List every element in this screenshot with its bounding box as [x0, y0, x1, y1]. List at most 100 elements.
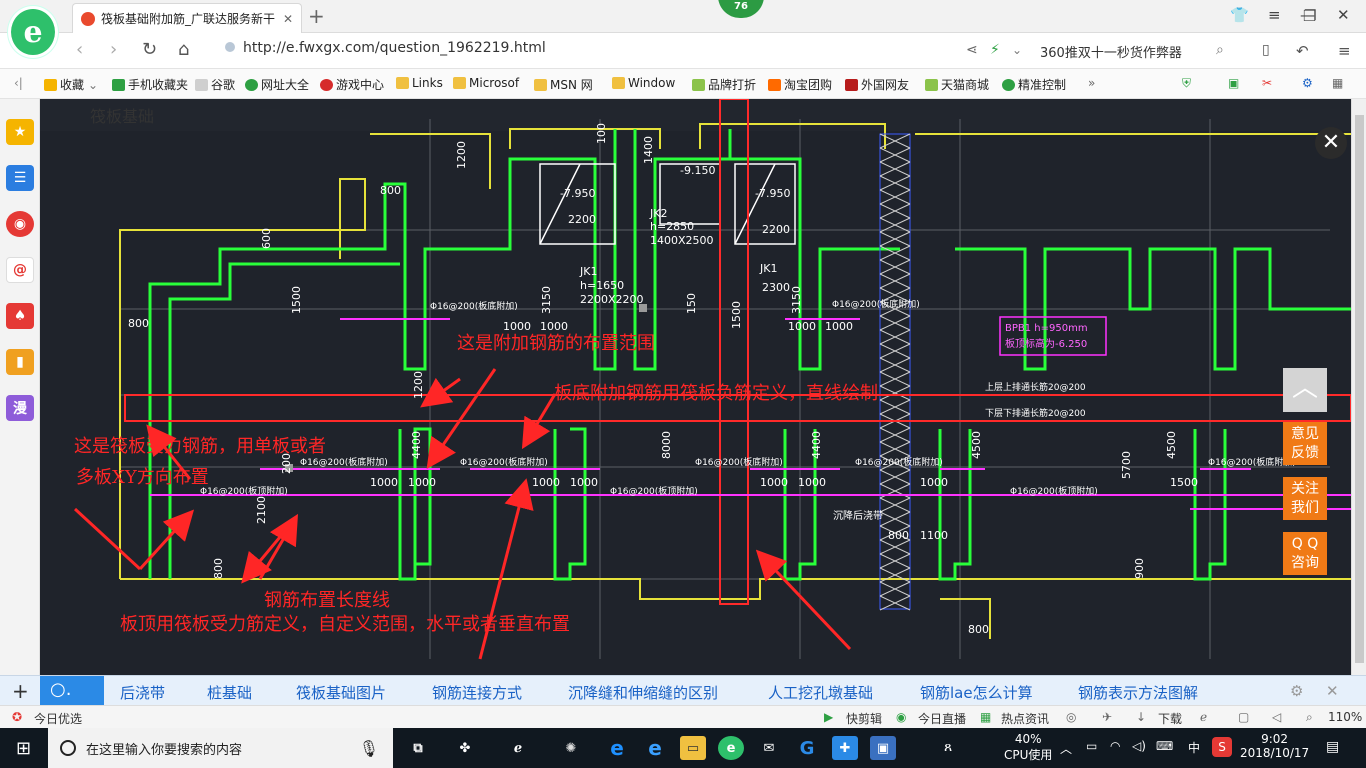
- status-item[interactable]: 下载: [1158, 710, 1182, 727]
- back-to-top-button[interactable]: ︿: [1283, 368, 1327, 412]
- refresh-icon[interactable]: ↻: [142, 39, 157, 60]
- swirl-icon[interactable]: ✺: [558, 736, 584, 760]
- volume-icon[interactable]: ◁: [1272, 710, 1281, 724]
- window-icon[interactable]: ▢: [1238, 710, 1249, 724]
- taskbar-search[interactable]: 在这里输入你要搜索的内容 🎙: [48, 728, 393, 768]
- status-item[interactable]: 今日直播: [918, 710, 966, 727]
- notification-badge[interactable]: 76: [718, 0, 764, 18]
- bookmark-item[interactable]: 游戏中心: [320, 76, 384, 93]
- clock[interactable]: 9:02 2018/10/17: [1240, 732, 1309, 760]
- notification-icon[interactable]: ▤: [1326, 739, 1339, 755]
- weibo-icon[interactable]: ◉: [6, 211, 34, 237]
- close-related-icon[interactable]: ✕: [1326, 682, 1339, 700]
- more-icon[interactable]: ≡: [1338, 42, 1351, 60]
- pinwheel-icon[interactable]: ✤: [452, 736, 478, 760]
- speed-icon[interactable]: ⚡: [990, 42, 1000, 58]
- people-icon[interactable]: ጸ: [944, 739, 952, 755]
- close-tab-icon[interactable]: ✕: [283, 12, 293, 26]
- close-window-button[interactable]: ✕: [1337, 6, 1350, 24]
- bookmark-item[interactable]: Links: [396, 76, 443, 90]
- comic-icon[interactable]: 漫: [6, 395, 34, 421]
- url-field[interactable]: http://e.fwxgx.com/question_1962219.html: [225, 40, 546, 56]
- status-item[interactable]: 热点资讯: [1001, 710, 1049, 727]
- ie-icon[interactable]: e: [642, 736, 668, 760]
- bookmark-item[interactable]: 手机收藏夹: [112, 76, 188, 93]
- pin-icon[interactable]: ✈: [1102, 710, 1112, 724]
- ie-e-icon[interactable]: ℯ: [505, 736, 531, 760]
- qq-consult-button[interactable]: Q Q 咨询: [1283, 532, 1327, 575]
- feedback-button[interactable]: 意见 反馈: [1283, 422, 1327, 465]
- settings-icon[interactable]: ⚙: [1290, 682, 1303, 700]
- zoom-level[interactable]: 110%: [1328, 710, 1362, 724]
- new-tab-button[interactable]: +: [308, 4, 325, 28]
- more-bookmarks-icon[interactable]: »: [1088, 76, 1095, 90]
- plus-app-icon[interactable]: ✚: [832, 736, 858, 760]
- back-icon[interactable]: ‹: [76, 39, 83, 60]
- menu-icon[interactable]: ≡: [1268, 6, 1281, 24]
- game-icon[interactable]: ♠: [6, 303, 34, 329]
- news-icon[interactable]: ☰: [6, 165, 34, 191]
- extension-icon[interactable]: ▣: [1228, 76, 1239, 90]
- bookmark-item[interactable]: 天猫商城: [925, 76, 989, 93]
- restore-button[interactable]: ❐: [1303, 7, 1316, 25]
- speed-icon[interactable]: ◎: [1066, 710, 1076, 724]
- related-link[interactable]: 筏板基础图片: [296, 682, 386, 703]
- status-item[interactable]: 快剪辑: [846, 710, 882, 727]
- shield-icon[interactable]: ⛨: [1182, 76, 1191, 91]
- bookmark-item[interactable]: 淘宝团购: [768, 76, 832, 93]
- share-icon[interactable]: ⋖: [966, 42, 978, 58]
- bookmark-item[interactable]: MSN 网: [534, 76, 593, 93]
- forward-icon[interactable]: ›: [110, 39, 117, 60]
- search-field[interactable]: 360推双十一秒货作弊器: [1040, 39, 1240, 63]
- edge-icon[interactable]: e: [604, 736, 630, 760]
- g-app-icon[interactable]: G: [794, 736, 820, 760]
- translate-icon[interactable]: ⚙: [1302, 76, 1313, 90]
- bookmark-item[interactable]: 收藏 ⌄: [44, 76, 98, 93]
- browser-tab[interactable]: 筏板基础附加筋_广联达服务新干 ✕: [72, 3, 302, 33]
- keyboard-icon[interactable]: ⌨: [1156, 739, 1173, 753]
- tray-arrow-icon[interactable]: ︿: [1060, 740, 1072, 757]
- url-dropdown-icon[interactable]: ⌄: [1012, 43, 1022, 57]
- related-link[interactable]: 后浇带: [120, 682, 165, 703]
- undo-icon[interactable]: ↶: [1296, 42, 1309, 60]
- search-icon[interactable]: ⌕: [1216, 42, 1224, 58]
- volume-icon[interactable]: ◁): [1132, 739, 1146, 753]
- home-icon[interactable]: ⌂: [178, 39, 189, 60]
- bookmark-item[interactable]: 外国网友: [845, 76, 909, 93]
- scissors-icon[interactable]: ✂: [1262, 76, 1272, 90]
- sidebar-toggle-icon[interactable]: ‹|: [14, 76, 23, 90]
- related-link[interactable]: 桩基础: [207, 682, 252, 703]
- related-link[interactable]: 钢筋表示方法图解: [1078, 682, 1198, 703]
- mail-icon[interactable]: ✉: [756, 736, 782, 760]
- bookmark-item[interactable]: Window: [612, 76, 675, 90]
- mail-icon[interactable]: @: [6, 257, 34, 283]
- browser-360-icon[interactable]: e: [718, 736, 744, 760]
- cpu-monitor[interactable]: 40% CPU使用: [1004, 732, 1052, 763]
- skin-icon[interactable]: 👕: [1230, 6, 1249, 24]
- task-view-icon[interactable]: ⧉: [405, 736, 431, 760]
- mobile-icon[interactable]: ▯: [1262, 42, 1270, 58]
- bookmark-item[interactable]: 精准控制: [1002, 76, 1066, 93]
- search-logo-icon[interactable]: ○.: [40, 676, 104, 706]
- follow-button[interactable]: 关注 我们: [1283, 477, 1327, 520]
- ime-indicator[interactable]: 中: [1188, 739, 1200, 756]
- bookmark-item[interactable]: 谷歌: [195, 76, 235, 93]
- book-icon[interactable]: ▮: [6, 349, 34, 375]
- scrollbar-thumb[interactable]: [1355, 115, 1364, 663]
- page-scrollbar[interactable]: [1351, 99, 1366, 675]
- bookmark-item[interactable]: Microsof: [453, 76, 519, 90]
- bookmark-item[interactable]: 网址大全: [245, 76, 309, 93]
- browser-logo[interactable]: e: [8, 6, 58, 58]
- today-picks-link[interactable]: 今日优选: [34, 710, 82, 727]
- battery-icon[interactable]: ▭: [1086, 739, 1097, 753]
- ie-icon[interactable]: ℯ: [1200, 710, 1207, 724]
- related-link[interactable]: 人工挖孔墩基础: [768, 682, 873, 703]
- grid-icon[interactable]: ▦: [1332, 76, 1343, 90]
- photo-app-icon[interactable]: ▣: [870, 736, 896, 760]
- favorites-icon[interactable]: ★: [6, 119, 34, 145]
- microphone-icon[interactable]: 🎙: [359, 739, 379, 758]
- related-link[interactable]: 钢筋连接方式: [432, 682, 522, 703]
- related-link[interactable]: 沉降缝和伸缩缝的区别: [568, 682, 718, 703]
- windows-start-icon[interactable]: ⊞: [16, 738, 31, 759]
- sogou-icon[interactable]: S: [1212, 737, 1232, 757]
